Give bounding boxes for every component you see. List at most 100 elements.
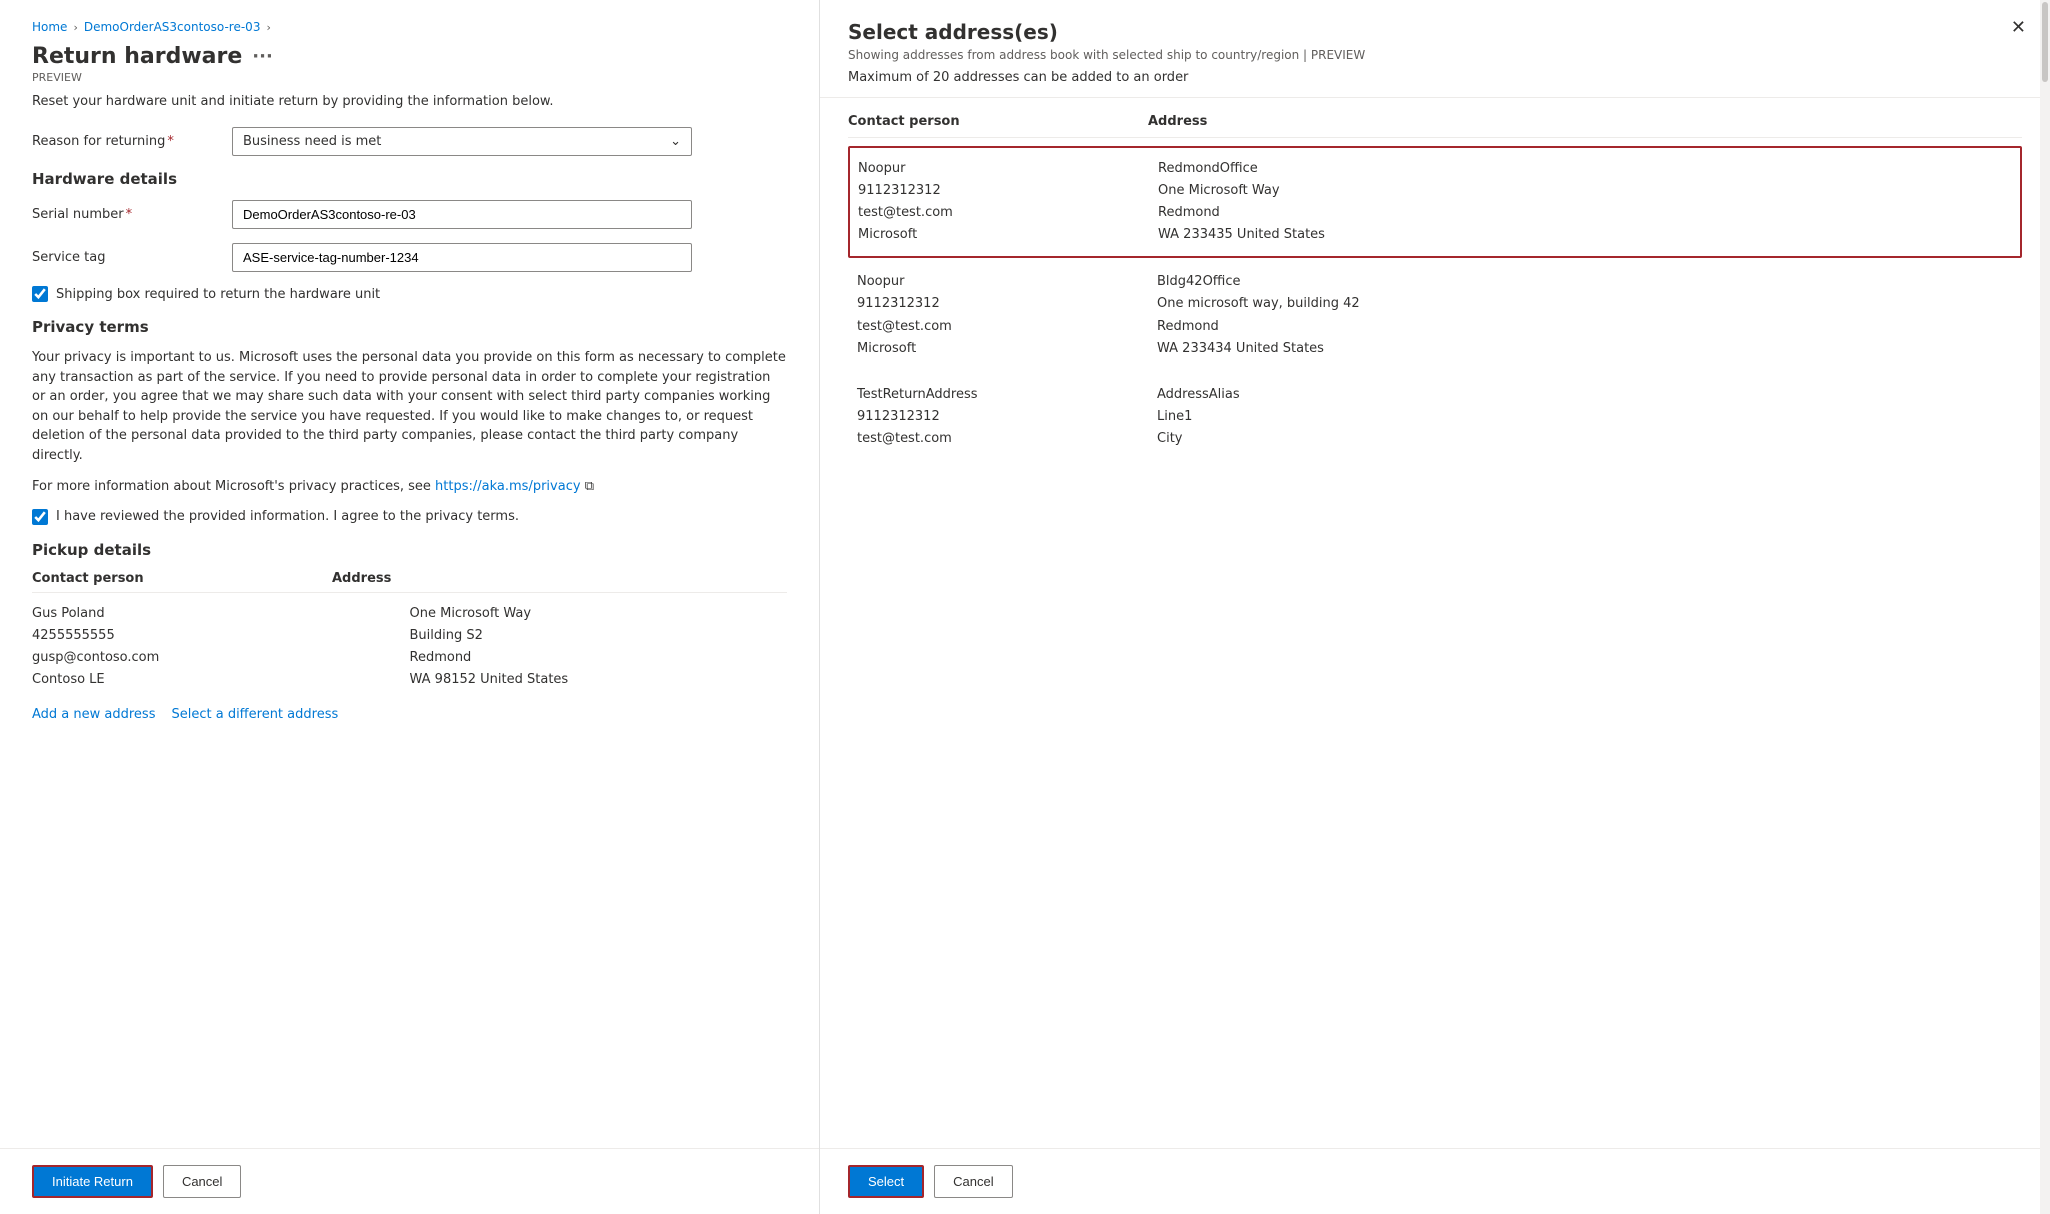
breadcrumb-order[interactable]: DemoOrderAS3contoso-re-03 — [84, 20, 261, 34]
left-content: Home › DemoOrderAS3contoso-re-03 › Retur… — [0, 0, 819, 1148]
addr-address-1-line1: RedmondOffice — [1158, 158, 2012, 180]
serial-row: Serial number* — [32, 200, 787, 229]
address-line4: WA 98152 United States — [410, 669, 788, 691]
addr-contact-1-line2: 9112312312 — [858, 180, 1158, 202]
right-panel: Select address(es) Showing addresses fro… — [820, 0, 2050, 1214]
scrollbar[interactable] — [2040, 0, 2050, 1214]
left-panel: Home › DemoOrderAS3contoso-re-03 › Retur… — [0, 0, 820, 1214]
scrollbar-thumb — [2042, 2, 2048, 82]
addr-contact-2-line1: Noopur — [857, 271, 1157, 293]
addr-contact-1-line3: test@test.com — [858, 202, 1158, 224]
serial-input[interactable] — [232, 200, 692, 229]
address-contact-header: Contact person — [848, 114, 1148, 129]
addr-address-2: Bldg42Office One microsoft way, building… — [1157, 271, 2013, 359]
page-description: Reset your hardware unit and initiate re… — [32, 94, 787, 109]
contact-phone: 4255555555 — [32, 625, 410, 647]
right-panel-wrapper: Select address(es) Showing addresses fro… — [820, 0, 2050, 1214]
agree-label: I have reviewed the provided information… — [56, 509, 519, 524]
contact-name: Gus Poland — [32, 603, 410, 625]
reason-dropdown[interactable]: Business need is met ⌄ — [232, 127, 692, 156]
add-new-address-link[interactable]: Add a new address — [32, 707, 155, 722]
addr-contact-2-line4: Microsoft — [857, 338, 1157, 360]
select-button[interactable]: Select — [848, 1165, 924, 1198]
reason-label: Reason for returning* — [32, 134, 232, 149]
service-tag-row: Service tag — [32, 243, 787, 272]
addr-address-1-line2: One Microsoft Way — [1158, 180, 2012, 202]
address-address-header: Address — [1148, 114, 2022, 129]
pickup-header: Contact person Address — [32, 571, 787, 593]
service-tag-field — [232, 243, 787, 272]
breadcrumb-chevron-2: › — [266, 21, 270, 34]
pickup-contact-header: Contact person — [32, 571, 332, 586]
right-content: Contact person Address Noopur 9112312312… — [820, 98, 2050, 1148]
addr-contact-1-line1: Noopur — [858, 158, 1158, 180]
page-title: Return hardware — [32, 44, 242, 69]
pickup-address: One Microsoft Way Building S2 Redmond WA… — [410, 603, 788, 691]
privacy-body1: Your privacy is important to us. Microso… — [32, 348, 787, 465]
pickup-contact: Gus Poland 4255555555 gusp@contoso.com C… — [32, 603, 410, 691]
addr-contact-1-line4: Microsoft — [858, 224, 1158, 246]
address-row-3[interactable]: TestReturnAddress 9112312312 test@test.c… — [848, 373, 2022, 461]
select-different-address-link[interactable]: Select a different address — [171, 707, 338, 722]
cancel-button[interactable]: Cancel — [163, 1165, 241, 1198]
shipping-checkbox[interactable] — [32, 286, 48, 302]
addr-address-1-line4: WA 233435 United States — [1158, 224, 2012, 246]
addr-address-3-line2: Line1 — [1157, 406, 2013, 428]
contact-company: Contoso LE — [32, 669, 410, 691]
agree-checkbox[interactable] — [32, 509, 48, 525]
right-panel-footer: Select Cancel — [820, 1148, 2050, 1214]
page-title-row: Return hardware ··· — [32, 44, 787, 69]
addr-address-2-line2: One microsoft way, building 42 — [1157, 293, 2013, 315]
addr-contact-2: Noopur 9112312312 test@test.com Microsof… — [857, 271, 1157, 359]
service-tag-input[interactable] — [232, 243, 692, 272]
panel-info: Maximum of 20 addresses can be added to … — [848, 70, 2022, 85]
addr-contact-3-line3: test@test.com — [857, 428, 1157, 450]
breadcrumb: Home › DemoOrderAS3contoso-re-03 › — [32, 20, 787, 34]
addr-contact-3-line2: 9112312312 — [857, 406, 1157, 428]
addr-address-2-line4: WA 233434 United States — [1157, 338, 2013, 360]
address-row-1[interactable]: Noopur 9112312312 test@test.com Microsof… — [848, 146, 2022, 258]
shipping-checkbox-label: Shipping box required to return the hard… — [56, 287, 380, 302]
addr-contact-3-line1: TestReturnAddress — [857, 384, 1157, 406]
privacy-body2: For more information about Microsoft's p… — [32, 477, 787, 497]
addr-contact-1: Noopur 9112312312 test@test.com Microsof… — [858, 158, 1158, 246]
dropdown-chevron-icon: ⌄ — [670, 134, 681, 149]
address-table-header: Contact person Address — [848, 114, 2022, 138]
reason-field: Business need is met ⌄ — [232, 127, 787, 156]
reason-row: Reason for returning* Business need is m… — [32, 127, 787, 156]
agree-checkbox-row: I have reviewed the provided information… — [32, 509, 787, 525]
address-line1: One Microsoft Way — [410, 603, 788, 625]
breadcrumb-chevron-1: › — [73, 21, 77, 34]
addr-address-2-line1: Bldg42Office — [1157, 271, 2013, 293]
addr-contact-2-line2: 9112312312 — [857, 293, 1157, 315]
addr-contact-2-line3: test@test.com — [857, 316, 1157, 338]
address-line3: Redmond — [410, 647, 788, 669]
privacy-link[interactable]: https://aka.ms/privacy — [435, 479, 581, 494]
addr-address-3-line3: City — [1157, 428, 2013, 450]
contact-email: gusp@contoso.com — [32, 647, 410, 669]
serial-label: Serial number* — [32, 207, 232, 222]
panel-cancel-button[interactable]: Cancel — [934, 1165, 1012, 1198]
link-actions: Add a new address Select a different add… — [32, 707, 787, 722]
pickup-table: Contact person Address Gus Poland 425555… — [32, 571, 787, 695]
panel-title: Select address(es) — [848, 20, 2022, 44]
close-panel-button[interactable]: ✕ — [2011, 18, 2026, 36]
address-row-2[interactable]: Noopur 9112312312 test@test.com Microsof… — [848, 260, 2022, 370]
left-footer: Initiate Return Cancel — [0, 1148, 819, 1214]
privacy-title: Privacy terms — [32, 318, 787, 336]
address-line2: Building S2 — [410, 625, 788, 647]
addr-address-1-line3: Redmond — [1158, 202, 2012, 224]
reason-value: Business need is met — [243, 134, 381, 149]
panel-subtitle: Showing addresses from address book with… — [848, 48, 2022, 62]
shipping-checkbox-row: Shipping box required to return the hard… — [32, 286, 787, 302]
addr-address-3-line1: AddressAlias — [1157, 384, 2013, 406]
right-panel-header: Select address(es) Showing addresses fro… — [820, 0, 2050, 98]
hardware-details-title: Hardware details — [32, 170, 787, 188]
addr-address-3: AddressAlias Line1 City — [1157, 384, 2013, 450]
more-options-icon[interactable]: ··· — [252, 46, 273, 67]
addr-contact-3: TestReturnAddress 9112312312 test@test.c… — [857, 384, 1157, 450]
pickup-title: Pickup details — [32, 541, 787, 559]
breadcrumb-home[interactable]: Home — [32, 20, 67, 34]
initiate-return-button[interactable]: Initiate Return — [32, 1165, 153, 1198]
addr-address-2-line3: Redmond — [1157, 316, 2013, 338]
